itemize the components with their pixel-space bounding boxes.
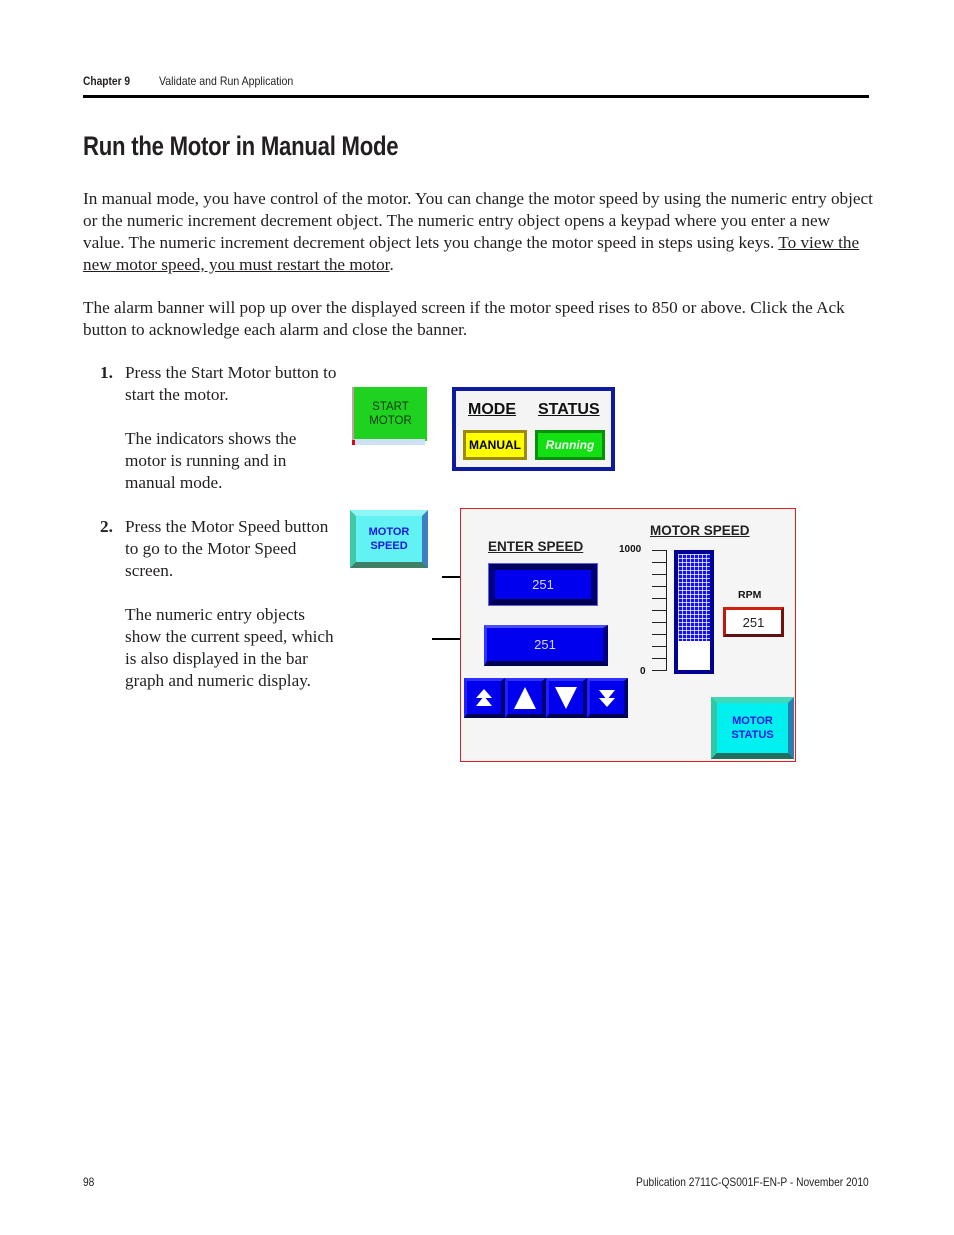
step-text: Press the Motor Speed button to go to th… [125, 516, 340, 692]
step-number: 2. [100, 517, 113, 536]
increment-decrement-field[interactable]: 251 [484, 625, 608, 666]
scale-max-label: 1000 [619, 544, 642, 555]
start-motor-label-1: START [372, 401, 409, 413]
increment-decrement-keys [464, 678, 628, 718]
scale-tick [652, 670, 666, 671]
scale-tick [652, 622, 666, 623]
page-title: Run the Motor in Manual Mode [83, 131, 399, 161]
step-instruction: Press the Start Motor button to start th… [125, 363, 337, 404]
header-divider [83, 95, 869, 98]
step-note: The indicators shows the motor is runnin… [125, 429, 297, 492]
mode-label: MODE [468, 401, 516, 418]
step-instruction: Press the Motor Speed button to go to th… [125, 517, 329, 580]
page-number: 98 [83, 1175, 95, 1189]
scale-min-label: 0 [640, 666, 646, 677]
alarm-paragraph: The alarm banner will pop up over the di… [83, 298, 845, 339]
chapter-title: Validate and Run Application [159, 74, 294, 88]
start-button-marker [352, 440, 355, 445]
scale-tick [652, 550, 666, 551]
motor-speed-screen: ENTER SPEED MOTOR SPEED 251 251 1000 0 R… [460, 508, 796, 762]
numeric-entry-field[interactable]: 251 [489, 564, 597, 605]
down-arrow-icon [555, 686, 577, 709]
scale-tick [652, 658, 666, 659]
publication-info: Publication 2711C-QS001F-EN-P - November… [636, 1175, 869, 1189]
start-button-scrollbar [354, 439, 425, 445]
decrement-button[interactable] [546, 678, 587, 718]
motor-status-button[interactable]: MOTOR STATUS [711, 697, 794, 759]
double-down-arrow-icon [599, 689, 615, 707]
bar-graph-fill [678, 554, 710, 641]
chapter-label: Chapter 9 [83, 74, 131, 88]
step-number: 1. [100, 363, 113, 382]
scale-axis [666, 550, 667, 671]
motor-status-label-1: MOTOR [732, 715, 773, 727]
speed-bar-graph [674, 550, 714, 674]
intro-paragraph: In manual mode, you have control of the … [83, 188, 873, 276]
increment-button[interactable] [505, 678, 546, 718]
mode-status-panel: MODE STATUS MANUAL Running [452, 387, 615, 471]
motor-speed-label-1: MOTOR [368, 526, 410, 538]
fast-increment-button[interactable] [464, 678, 505, 718]
motor-status-label-2: STATUS [731, 729, 774, 741]
fast-decrement-button[interactable] [587, 678, 628, 718]
scale-tick [652, 598, 666, 599]
scale-tick [652, 562, 666, 563]
start-motor-button[interactable]: START MOTOR [352, 387, 427, 441]
intro-text: In manual mode, you have control of the … [83, 189, 873, 252]
motor-speed-button[interactable]: MOTOR SPEED [350, 510, 428, 568]
step-note: The numeric entry objects show the curre… [125, 605, 334, 690]
enter-speed-label: ENTER SPEED [488, 539, 584, 554]
intro-end: . [389, 255, 394, 274]
step-text: Press the Start Motor button to start th… [125, 362, 340, 494]
double-up-arrow-icon [476, 688, 492, 706]
mode-indicator: MANUAL [463, 430, 527, 460]
scale-tick [652, 646, 666, 647]
scale-tick [652, 586, 666, 587]
motor-speed-label-2: SPEED [370, 540, 408, 552]
rpm-numeric-display: 251 [723, 607, 784, 637]
rpm-label: RPM [738, 589, 762, 601]
up-arrow-icon [514, 686, 536, 709]
scale-tick [652, 574, 666, 575]
scale-tick [652, 610, 666, 611]
motor-speed-heading: MOTOR SPEED [650, 523, 750, 538]
scale-tick [652, 634, 666, 635]
status-label: STATUS [538, 401, 600, 418]
start-motor-label-2: MOTOR [369, 415, 412, 427]
status-indicator: Running [535, 430, 605, 460]
